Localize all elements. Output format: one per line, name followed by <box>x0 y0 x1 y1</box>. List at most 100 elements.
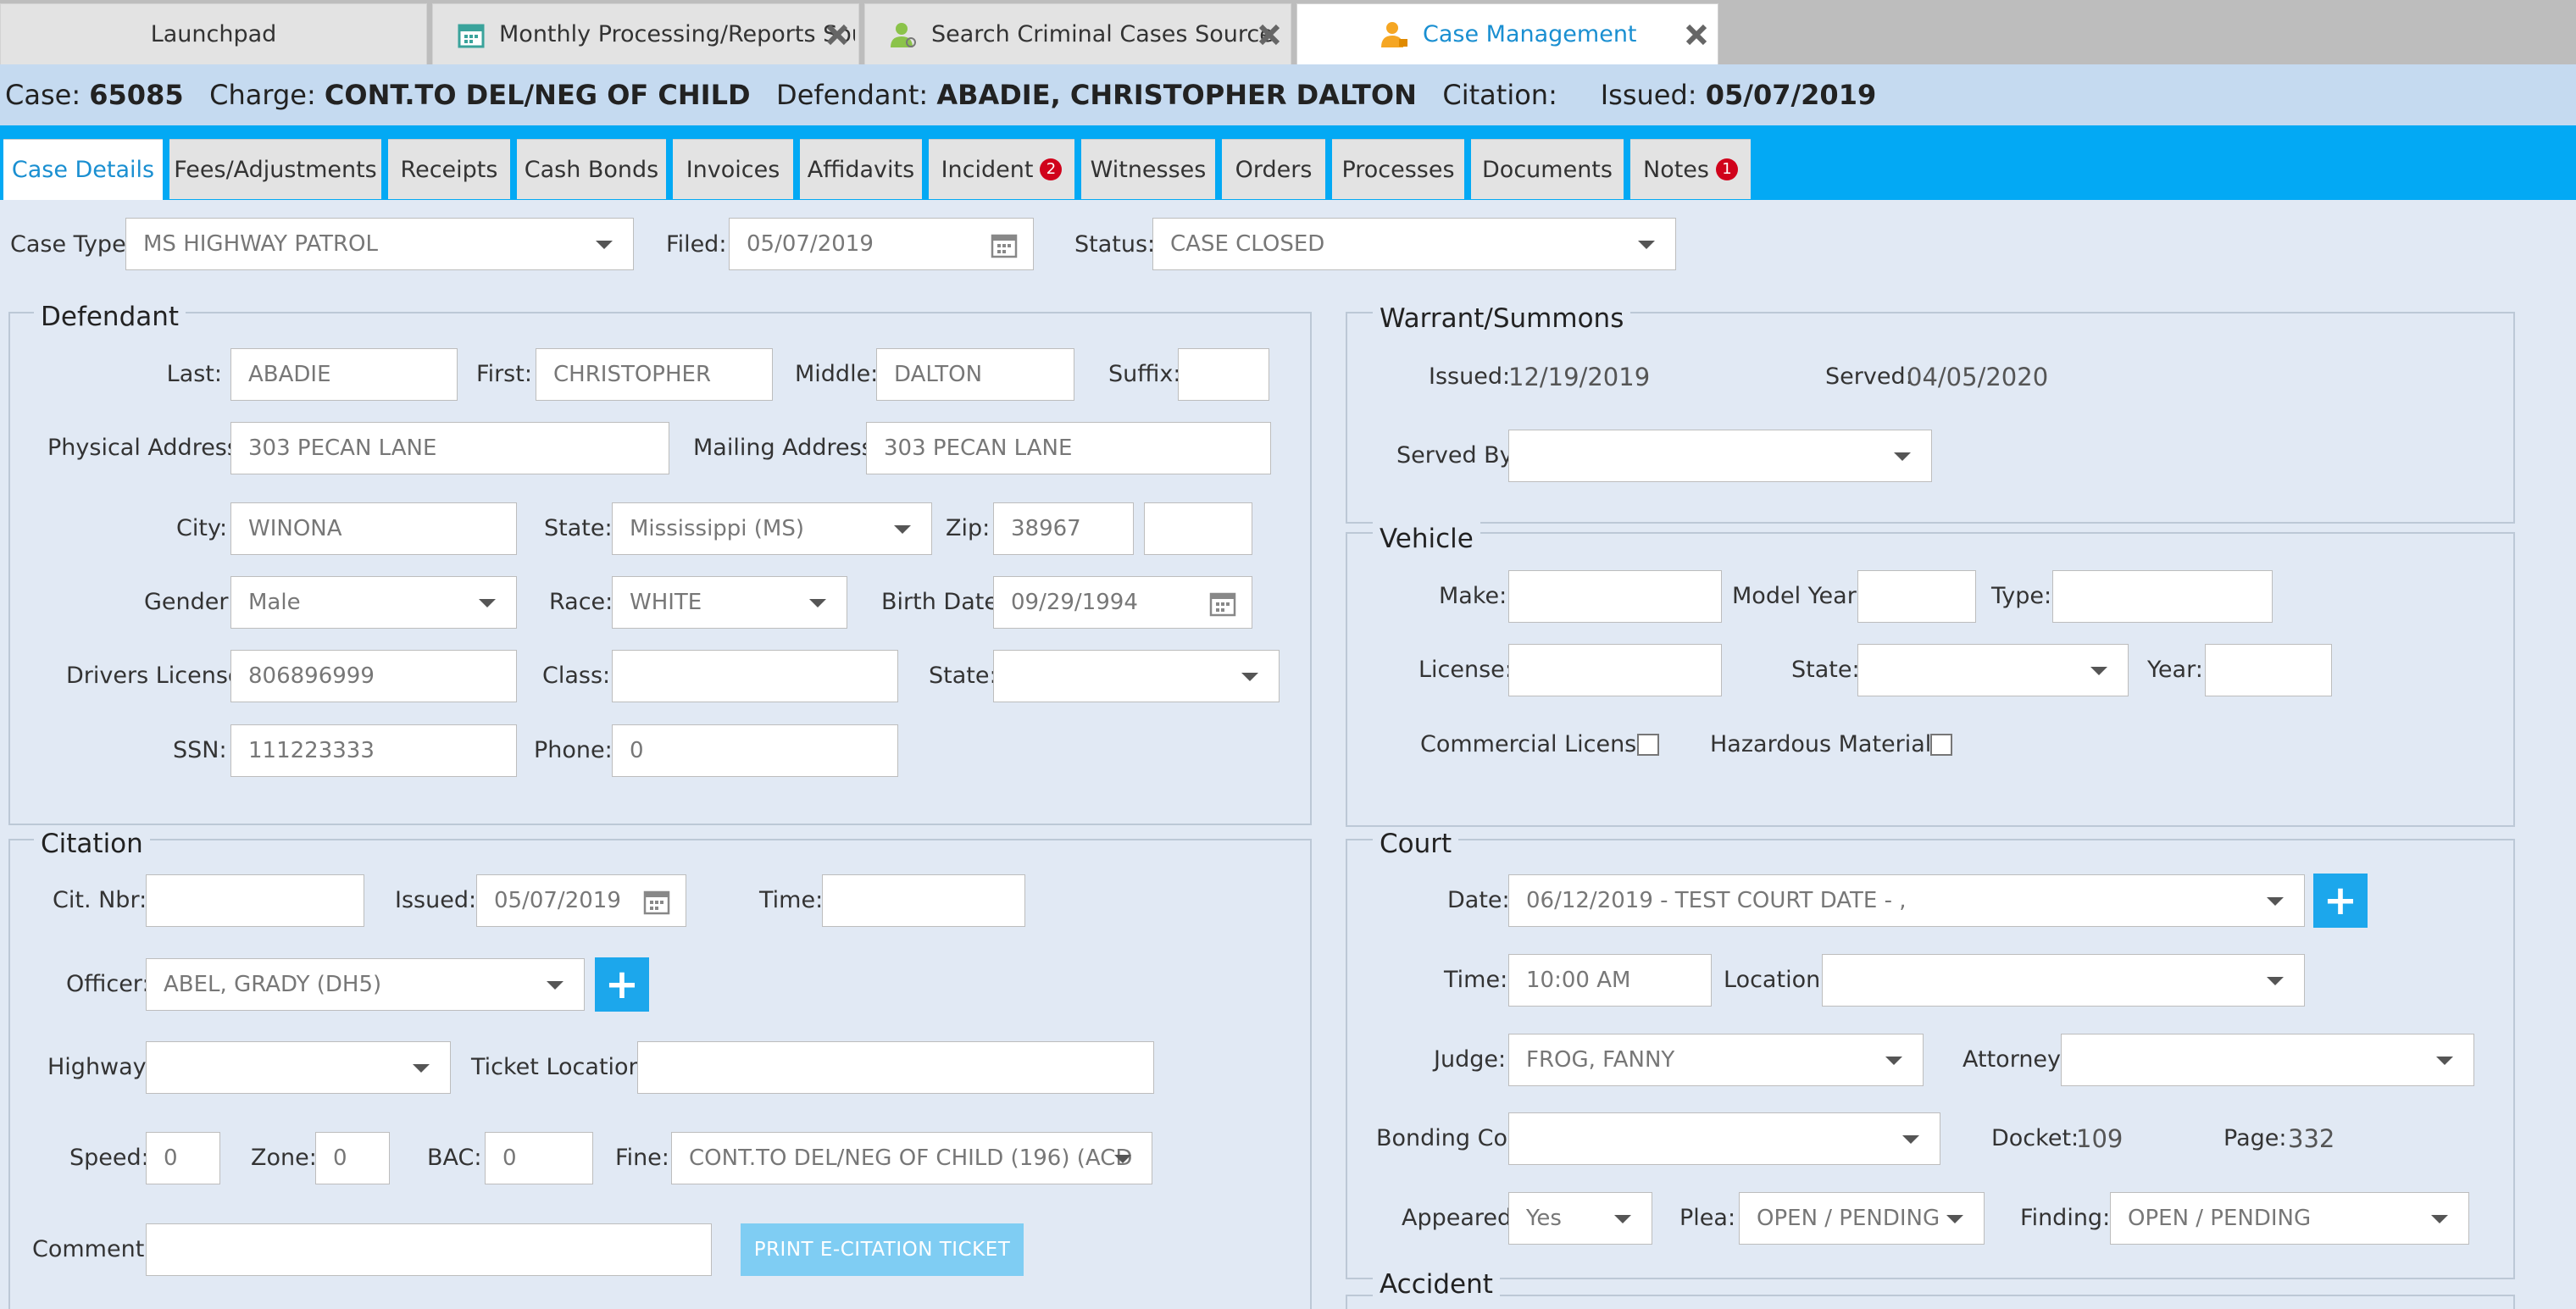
calendar-icon[interactable] <box>643 888 670 915</box>
vehicle-year-input[interactable] <box>2205 644 2332 696</box>
officer-label: Officer: <box>66 971 150 997</box>
nav-case-details[interactable]: Case Details <box>3 139 163 200</box>
speed-input[interactable]: 0 <box>146 1132 220 1184</box>
close-icon[interactable] <box>1255 20 1284 49</box>
hazardous-materials-checkbox[interactable] <box>1930 734 1952 756</box>
plus-icon: + <box>2323 877 2358 924</box>
state-select[interactable]: Mississippi (MS) <box>612 502 932 555</box>
physical-address-value: 303 PECAN LANE <box>248 435 437 461</box>
nav-invoices[interactable]: Invoices <box>673 139 793 199</box>
middle-name-input[interactable]: DALTON <box>876 348 1074 401</box>
speed-value: 0 <box>164 1145 178 1171</box>
physical-address-input[interactable]: 303 PECAN LANE <box>230 422 669 474</box>
drivers-license-label: Drivers License: <box>66 663 250 689</box>
comment-input[interactable] <box>146 1223 712 1276</box>
ssn-input[interactable]: 111223333 <box>230 724 517 777</box>
ticket-location-input[interactable] <box>637 1041 1154 1094</box>
mailing-address-input[interactable]: 303 PECAN LANE <box>866 422 1271 474</box>
incident-count-badge: 2 <box>1040 158 1063 180</box>
speed-label: Speed: <box>69 1145 149 1171</box>
nav-fees-adjustments[interactable]: Fees/Adjustments <box>169 139 381 199</box>
make-input[interactable] <box>1508 570 1722 623</box>
bac-value: 0 <box>502 1145 517 1171</box>
court-time-input[interactable]: 10:00 AM <box>1508 954 1712 1007</box>
court-location-select[interactable] <box>1822 954 2305 1007</box>
tab-launchpad[interactable]: Launchpad <box>0 3 427 64</box>
calendar-icon[interactable] <box>991 231 1018 258</box>
chevron-down-icon <box>1946 1215 1963 1223</box>
chevron-down-icon <box>2431 1215 2448 1223</box>
drivers-license-input[interactable]: 806896999 <box>230 650 517 702</box>
nav-documents[interactable]: Documents <box>1471 139 1624 199</box>
vehicle-state-select[interactable] <box>1857 644 2129 696</box>
officer-select[interactable]: ABEL, GRADY (DH5) <box>146 958 585 1011</box>
issued-label: Issued: <box>1600 79 1697 111</box>
city-input[interactable]: WINONA <box>230 502 517 555</box>
judge-select[interactable]: FROG, FANNY <box>1508 1034 1924 1086</box>
attorney-select[interactable] <box>2061 1034 2474 1086</box>
citation-issued-input[interactable]: 05/07/2019 <box>476 874 686 927</box>
case-type-select[interactable]: MS HIGHWAY PATROL <box>125 218 634 270</box>
tab-search-criminal-cases[interactable]: Search Criminal Cases Source <box>864 3 1291 64</box>
race-value: WHITE <box>630 590 702 615</box>
drivers-license-value: 806896999 <box>248 663 375 689</box>
license-state-select[interactable] <box>993 650 1280 702</box>
nav-processes[interactable]: Processes <box>1332 139 1464 199</box>
add-court-date-button[interactable]: + <box>2313 874 2368 928</box>
warrant-issued-value: 12/19/2019 <box>1508 363 1651 391</box>
license-state-label: State: <box>929 663 997 689</box>
model-year-input[interactable] <box>1857 570 1976 623</box>
last-name-input[interactable]: ABADIE <box>230 348 458 401</box>
finding-select[interactable]: OPEN / PENDING <box>2110 1192 2469 1245</box>
nav-receipts[interactable]: Receipts <box>388 139 510 199</box>
chevron-down-icon <box>2267 977 2284 985</box>
fine-select[interactable]: CONT.TO DEL/NEG OF CHILD (196) (ACD <box>671 1132 1152 1184</box>
zone-input[interactable]: 0 <box>315 1132 390 1184</box>
served-by-select[interactable] <box>1508 430 1932 482</box>
case-type-label: Case Type: <box>10 231 134 258</box>
print-e-citation-button[interactable]: PRINT E-CITATION TICKET <box>741 1223 1024 1276</box>
chevron-down-icon <box>2090 667 2107 675</box>
highway-select[interactable] <box>146 1041 451 1094</box>
nav-affidavits[interactable]: Affidavits <box>800 139 922 199</box>
birth-date-input[interactable]: 09/29/1994 <box>993 576 1252 629</box>
status-select[interactable]: CASE CLOSED <box>1152 218 1676 270</box>
zip-input[interactable]: 38967 <box>993 502 1134 555</box>
nav-label: Witnesses <box>1090 156 1207 183</box>
vehicle-license-input[interactable] <box>1508 644 1722 696</box>
calendar-icon <box>458 24 485 47</box>
close-icon[interactable] <box>823 20 852 49</box>
court-date-select[interactable]: 06/12/2019 - TEST COURT DATE - , <box>1508 874 2305 927</box>
race-select[interactable]: WHITE <box>612 576 847 629</box>
nav-cash-bonds[interactable]: Cash Bonds <box>517 139 666 199</box>
nav-witnesses[interactable]: Witnesses <box>1081 139 1215 199</box>
phone-input[interactable]: 0 <box>612 724 898 777</box>
state-label: State: <box>544 515 613 541</box>
plea-select[interactable]: OPEN / PENDING <box>1739 1192 1985 1245</box>
nav-orders[interactable]: Orders <box>1222 139 1325 199</box>
appeared-select[interactable]: Yes <box>1508 1192 1652 1245</box>
type-input[interactable] <box>2052 570 2273 623</box>
bonding-company-select[interactable] <box>1508 1112 1940 1165</box>
nav-label: Orders <box>1235 156 1313 183</box>
suffix-input[interactable] <box>1178 348 1269 401</box>
gender-select[interactable]: Male <box>230 576 517 629</box>
zip-extension-input[interactable] <box>1144 502 1252 555</box>
bac-input[interactable]: 0 <box>485 1132 593 1184</box>
filed-date-input[interactable]: 05/07/2019 <box>729 218 1034 270</box>
nav-label: Case Details <box>11 157 155 183</box>
officer-value: ABEL, GRADY (DH5) <box>164 972 382 997</box>
citation-number-input[interactable] <box>146 874 364 927</box>
add-officer-button[interactable]: + <box>595 957 649 1012</box>
citation-time-input[interactable] <box>822 874 1025 927</box>
first-name-input[interactable]: CHRISTOPHER <box>536 348 773 401</box>
close-icon[interactable] <box>1682 20 1711 49</box>
nav-notes[interactable]: Notes 1 <box>1630 139 1751 199</box>
nav-incident[interactable]: Incident 2 <box>929 139 1074 199</box>
chevron-down-icon <box>413 1064 430 1073</box>
calendar-icon[interactable] <box>1209 590 1236 617</box>
license-class-input[interactable] <box>612 650 898 702</box>
tab-monthly-processing[interactable]: Monthly Processing/Reports Sour <box>432 3 859 64</box>
tab-case-management[interactable]: Case Management <box>1296 3 1718 64</box>
commercial-license-checkbox[interactable] <box>1637 734 1659 756</box>
